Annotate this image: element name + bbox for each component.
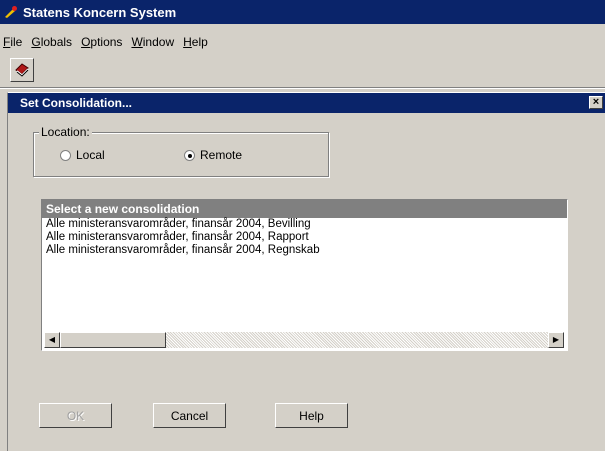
scroll-right-button[interactable]: ▶ [548,332,564,348]
radio-remote-label: Remote [200,148,243,162]
dialog-title: Set Consolidation... [20,96,133,110]
consolidation-list[interactable]: Select a new consolidation Alle minister… [41,199,568,351]
location-legend: Location: [39,125,92,139]
ok-button[interactable]: OK [39,403,112,428]
scroll-thumb[interactable] [60,332,166,348]
menu-file[interactable]: File [3,35,22,49]
horizontal-scrollbar[interactable]: ◀ ▶ [44,332,564,348]
menu-globals[interactable]: Globals [31,35,72,49]
app-logo-icon [4,5,18,19]
arrow-left-icon: ◀ [48,335,56,344]
radio-remote-indicator[interactable] [184,149,195,161]
app-title: Statens Koncern System [23,4,177,20]
menu-options[interactable]: Options [81,35,122,49]
list-header: Select a new consolidation [42,200,567,218]
book-icon [14,61,30,80]
cancel-button[interactable]: Cancel [153,403,226,428]
set-consolidation-dialog: Set Consolidation... × Location: Local R… [7,92,605,451]
radio-remote[interactable]: Remote [184,148,242,162]
close-icon: × [592,96,600,108]
list-item[interactable]: Alle ministeransvarområder, finansår 200… [42,244,567,257]
radio-local[interactable]: Local [60,148,105,162]
menu-help[interactable]: Help [183,35,208,49]
radio-local-indicator[interactable] [60,149,71,161]
menu-window[interactable]: Window [131,35,174,49]
radio-local-label: Local [76,148,105,162]
app-titlebar: Statens Koncern System [0,0,605,24]
scroll-left-button[interactable]: ◀ [44,332,60,348]
dialog-close-button[interactable]: × [589,96,603,109]
list-item[interactable]: Alle ministeransvarområder, finansår 200… [42,218,567,231]
help-button[interactable]: Help [275,403,348,428]
dialog-titlebar: Set Consolidation... × [8,93,605,113]
menu-bar: File Globals Options Window Help [0,34,214,50]
list-item[interactable]: Alle ministeransvarområder, finansår 200… [42,231,567,244]
toolbar-book-button[interactable] [10,58,34,82]
toolbar-separator [0,87,605,89]
arrow-right-icon: ▶ [552,335,560,344]
location-groupbox: Location: Local Remote [33,125,329,177]
